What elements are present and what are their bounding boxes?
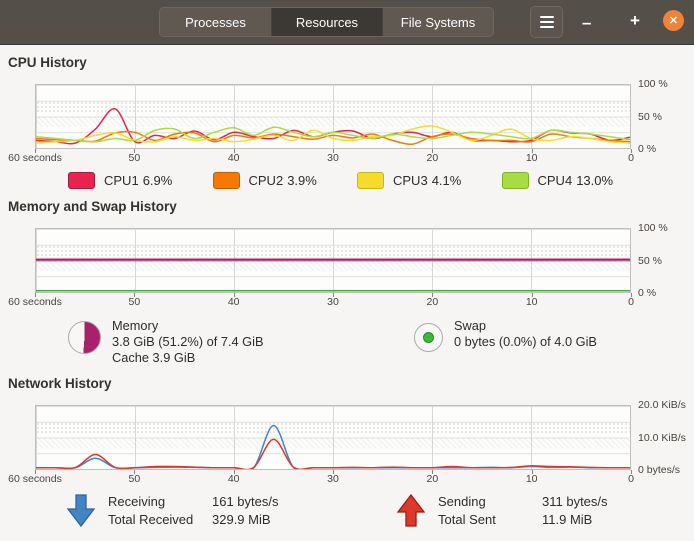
memory-cache: Cache 3.9 GiB [112,350,264,366]
network-history-chart [35,405,631,470]
tab-processes[interactable]: Processes [160,8,271,36]
memory-history-chart [35,228,631,293]
titlebar: Processes Resources File Systems – + ✕ [0,0,694,45]
network-section: Network History 20.0 KiB/s10.0 KiB/s0 by… [8,366,686,529]
x-tick-label: 0 [628,473,634,485]
receiving-rate: 161 bytes/s [212,494,279,509]
x-tick-label: 0 [628,296,634,308]
primary-menu-button[interactable] [530,6,563,38]
cpu2-legend-item: CPU23.9% [213,172,358,189]
x-tick-label: 40 [228,152,240,164]
sending-group: Sending 311 bytes/s Total Sent 11.9 MiB [396,492,608,529]
cpu-legend: CPU16.9% CPU23.9% CPU34.1% CPU413.0% [68,172,646,189]
x-tick-label: 40 [228,296,240,308]
receiving-group: Receiving 161 bytes/s Total Received 329… [66,492,396,529]
cpu3-legend-item: CPU34.1% [357,172,502,189]
close-button[interactable]: ✕ [663,10,684,31]
y-tick-label: 10.0 KiB/s [638,432,686,444]
series-receiving [36,426,630,470]
y-tick-label: 100 % [638,222,668,234]
tab-file-systems[interactable]: File Systems [382,8,493,36]
cpu2-color-swatch [213,172,240,189]
cpu-section-title: CPU History [8,45,686,70]
tab-resources[interactable]: Resources [271,8,382,36]
x-tick-label: 30 [327,296,339,308]
memory-x-axis: 60 seconds50403020100 [35,293,631,309]
maximize-button[interactable]: + [630,12,640,29]
x-tick-label: 50 [128,473,140,485]
view-switcher: Processes Resources File Systems [159,7,494,37]
x-tick-label: 20 [426,152,438,164]
memory-y-axis: 100 %50 %0 % [631,228,686,293]
total-sent-label: Total Sent [438,512,542,527]
cpu-y-axis: 100 %50 %0 % [631,84,686,149]
x-tick-label: 50 [128,296,140,308]
x-tick-label: 30 [327,152,339,164]
receiving-label: Receiving [108,494,212,509]
x-tick-label: 20 [426,296,438,308]
network-y-axis: 20.0 KiB/s10.0 KiB/s0 bytes/s [631,405,686,470]
swap-meter: Swap 0 bytes (0.0%) of 4.0 GiB [414,318,597,366]
total-received-label: Total Received [108,512,212,527]
resources-view: CPU History 100 %50 %0 % 60 seconds50403… [0,45,694,541]
memory-usage: 3.8 GiB (51.2%) of 7.4 GiB [112,334,264,350]
x-tick-label: 30 [327,473,339,485]
cpu-x-axis: 60 seconds50403020100 [35,149,631,165]
sending-rate: 311 bytes/s [542,494,608,509]
y-tick-label: 50 % [638,255,662,267]
total-received-value: 329.9 MiB [212,512,279,527]
memory-pie-icon [68,321,101,354]
cpu1-color-swatch [68,172,95,189]
y-tick-label: 50 % [638,111,662,123]
x-tick-label: 60 seconds [8,473,62,485]
series-sending [36,439,630,469]
cpu4-legend-item: CPU413.0% [502,172,647,189]
cpu1-legend-item: CPU16.9% [68,172,213,189]
minimize-button[interactable]: – [582,14,591,31]
memory-section-title: Memory and Swap History [8,189,686,214]
y-tick-label: 0 % [638,287,656,299]
system-monitor-window: Processes Resources File Systems – + ✕ C… [0,0,694,541]
swap-pie-icon [414,323,443,352]
memory-label: Memory [112,318,264,334]
total-sent-value: 11.9 MiB [542,512,608,527]
network-x-axis: 60 seconds50403020100 [35,470,631,486]
x-tick-label: 60 seconds [8,296,62,308]
upload-arrow-icon [396,493,426,529]
y-tick-label: 20.0 KiB/s [638,399,686,411]
memory-section: Memory and Swap History 100 %50 %0 % 60 … [8,189,686,366]
x-tick-label: 0 [628,152,634,164]
memory-swap-meters: Memory 3.8 GiB (51.2%) of 7.4 GiB Cache … [68,318,686,366]
network-totals: Receiving 161 bytes/s Total Received 329… [66,492,686,529]
cpu4-color-swatch [502,172,529,189]
x-tick-label: 40 [228,473,240,485]
x-tick-label: 50 [128,152,140,164]
sending-label: Sending [438,494,542,509]
x-tick-label: 20 [426,473,438,485]
x-tick-label: 60 seconds [8,152,62,164]
x-tick-label: 10 [526,296,538,308]
cpu3-color-swatch [357,172,384,189]
x-tick-label: 10 [526,473,538,485]
memory-meter: Memory 3.8 GiB (51.2%) of 7.4 GiB Cache … [68,318,414,366]
network-section-title: Network History [8,366,686,391]
swap-label: Swap [454,318,597,334]
swap-usage: 0 bytes (0.0%) of 4.0 GiB [454,334,597,350]
cpu-history-chart [35,84,631,149]
hamburger-icon [540,16,554,18]
y-tick-label: 0 bytes/s [638,464,680,476]
y-tick-label: 100 % [638,78,668,90]
y-tick-label: 0 % [638,143,656,155]
x-tick-label: 10 [526,152,538,164]
cpu-section: CPU History 100 %50 %0 % 60 seconds50403… [8,45,686,189]
download-arrow-icon [66,493,96,529]
